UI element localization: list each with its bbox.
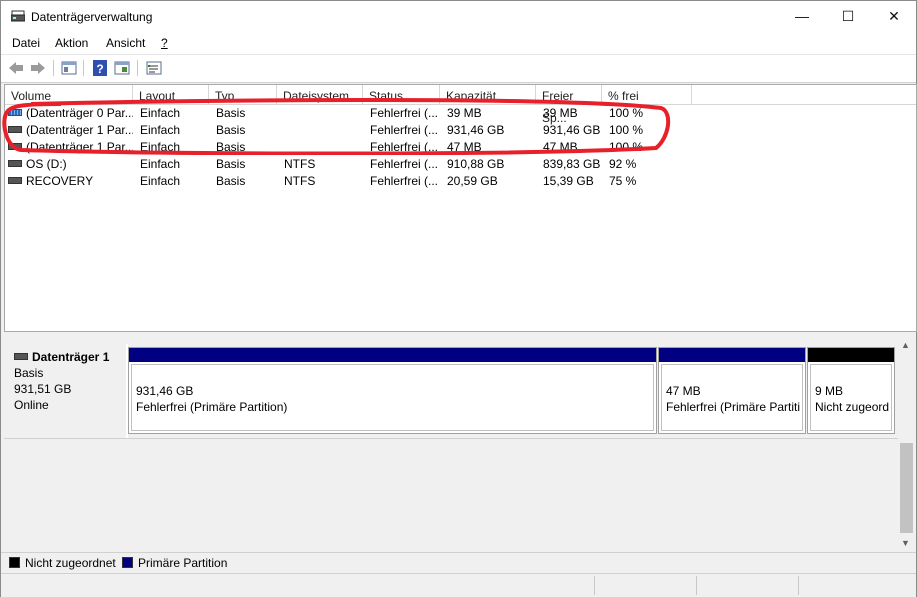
disk-state: Online bbox=[14, 398, 49, 412]
disk-icon bbox=[8, 160, 22, 168]
cell-freier-speicher: 839,83 GB bbox=[543, 157, 601, 171]
partition-3-size: 9 MB bbox=[815, 384, 844, 398]
cell-status: Fehlerfrei (... bbox=[370, 157, 439, 171]
cell-prozent-frei: 92 % bbox=[609, 157, 637, 171]
cell-volume: RECOVERY bbox=[5, 173, 133, 190]
menu-bar: Datei Aktion Ansicht ? bbox=[1, 32, 916, 54]
window-title: Datenträgerverwaltung bbox=[31, 10, 153, 24]
menu-help[interactable]: ? bbox=[161, 36, 168, 50]
disk-graph-scrollbar[interactable]: ▲ ▼ bbox=[898, 338, 915, 551]
partition-2-size: 47 MB bbox=[666, 384, 701, 398]
menu-aktion[interactable]: Aktion bbox=[55, 36, 88, 50]
maximize-button[interactable]: ☐ bbox=[825, 1, 871, 32]
cell-prozent-frei: 75 % bbox=[609, 174, 637, 188]
partition-1-body: 931,46 GB Fehlerfrei (Primäre Partition) bbox=[131, 364, 654, 431]
legend: Nicht zugeordnet Primäre Partition bbox=[1, 552, 916, 573]
menu-ansicht[interactable]: Ansicht bbox=[106, 36, 145, 50]
disk-type: Basis bbox=[14, 366, 44, 380]
partition-3-bar bbox=[808, 348, 894, 362]
disk-management-window: Datenträgerverwaltung — ☐ ✕ Datei Aktion… bbox=[0, 0, 917, 597]
disk-icon bbox=[8, 177, 22, 185]
cell-status: Fehlerfrei (... bbox=[370, 174, 439, 188]
partition-3-body: 9 MB Nicht zugeord bbox=[810, 364, 892, 431]
disk-icon bbox=[14, 353, 28, 361]
legend-swatch-primary bbox=[122, 557, 133, 568]
disk-label[interactable]: Datenträger 1 Basis 931,51 GB Online bbox=[6, 344, 128, 439]
cell-typ: Basis bbox=[216, 157, 246, 171]
disk-row-divider bbox=[4, 438, 900, 439]
cell-kapazitaet: 910,88 GB bbox=[447, 157, 505, 171]
cell-layout: Einfach bbox=[140, 157, 181, 171]
partition-1[interactable]: 931,46 GB Fehlerfrei (Primäre Partition) bbox=[128, 347, 657, 434]
cell-dateisystem: NTFS bbox=[284, 174, 316, 188]
toolbar-separator bbox=[137, 60, 138, 76]
pane-splitter[interactable] bbox=[1, 332, 916, 336]
partition-1-size: 931,46 GB bbox=[136, 384, 194, 398]
volume-list[interactable]: Volume Layout Typ Dateisystem Status Kap… bbox=[2, 84, 917, 332]
cell-typ: Basis bbox=[216, 174, 246, 188]
minimize-button[interactable]: — bbox=[779, 1, 825, 32]
menu-datei[interactable]: Datei bbox=[12, 36, 40, 50]
close-button[interactable]: ✕ bbox=[871, 1, 917, 32]
toolbar-separator bbox=[53, 60, 54, 76]
view-icon[interactable] bbox=[113, 59, 131, 77]
cell-dateisystem: NTFS bbox=[284, 157, 316, 171]
legend-swatch-unallocated bbox=[9, 557, 20, 568]
minimize-icon: — bbox=[795, 8, 809, 24]
disk-management-app-icon bbox=[11, 10, 25, 22]
disk-graph-pane: Datenträger 1 Basis 931,51 GB Online 931… bbox=[4, 338, 900, 551]
maximize-icon: ☐ bbox=[841, 8, 855, 24]
scrollbar-thumb[interactable] bbox=[900, 443, 913, 533]
red-annotation-ellipse bbox=[2, 98, 671, 155]
legend-label-primary: Primäre Partition bbox=[138, 556, 228, 570]
partition-2-bar bbox=[659, 348, 805, 362]
partition-2[interactable]: 47 MB Fehlerfrei (Primäre Partitio bbox=[658, 347, 806, 434]
cell-layout: Einfach bbox=[140, 174, 181, 188]
properties-icon[interactable] bbox=[145, 59, 163, 77]
close-icon: ✕ bbox=[888, 8, 900, 24]
toolbar-separator bbox=[83, 60, 84, 76]
table-row[interactable]: RECOVERY Einfach Basis NTFS Fehlerfrei (... 2… bbox=[5, 173, 916, 190]
cell-volume: OS (D:) bbox=[5, 156, 133, 173]
forward-arrow-icon[interactable] bbox=[29, 59, 47, 77]
disk-name: Datenträger 1 bbox=[14, 350, 109, 364]
table-row[interactable]: OS (D:) Einfach Basis NTFS Fehlerfrei (... 91… bbox=[5, 156, 916, 173]
console-tree-icon[interactable] bbox=[60, 59, 78, 77]
scroll-up-icon[interactable]: ▲ bbox=[901, 340, 910, 350]
cell-freier-speicher: 15,39 GB bbox=[543, 174, 594, 188]
partition-1-status: Fehlerfrei (Primäre Partition) bbox=[136, 400, 288, 414]
title-bar: Datenträgerverwaltung — ☐ ✕ bbox=[1, 1, 916, 32]
partition-1-bar bbox=[129, 348, 656, 362]
partition-3[interactable]: 9 MB Nicht zugeord bbox=[807, 347, 895, 434]
cell-kapazitaet: 20,59 GB bbox=[447, 174, 498, 188]
legend-label-unallocated: Nicht zugeordnet bbox=[25, 556, 116, 570]
toolbar: ? bbox=[1, 54, 916, 83]
svg-text:?: ? bbox=[96, 62, 103, 76]
status-bar-separator bbox=[594, 576, 595, 595]
partition-3-status: Nicht zugeord bbox=[815, 400, 889, 414]
back-arrow-icon[interactable] bbox=[7, 59, 25, 77]
status-bar-separator bbox=[798, 576, 799, 595]
disk-size: 931,51 GB bbox=[14, 382, 72, 396]
status-bar-separator bbox=[696, 576, 697, 595]
partition-2-status: Fehlerfrei (Primäre Partitio bbox=[666, 400, 800, 414]
scroll-down-icon[interactable]: ▼ bbox=[901, 538, 910, 548]
partition-2-body: 47 MB Fehlerfrei (Primäre Partitio bbox=[661, 364, 803, 431]
status-bar bbox=[1, 573, 916, 597]
help-icon[interactable]: ? bbox=[91, 59, 109, 77]
